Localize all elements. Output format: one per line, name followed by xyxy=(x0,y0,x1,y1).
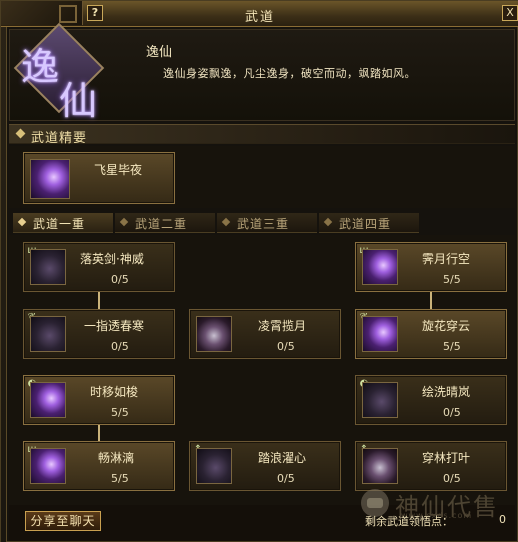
essential-skill-card[interactable]: 飞星毕夜 xyxy=(23,152,175,204)
cloud-icon xyxy=(196,316,232,352)
tab-tier-1[interactable]: 武道一重 xyxy=(13,213,113,233)
skill-card[interactable]: ❦ 一指透春寒 0/5 xyxy=(23,309,175,359)
skill-card[interactable]: ш 畅淋漓 5/5 xyxy=(23,441,175,491)
skill-icon xyxy=(362,316,398,352)
skill-icon xyxy=(196,448,232,484)
skill-icon xyxy=(30,316,66,352)
skill-level: 5/5 xyxy=(111,472,129,485)
left-ornament xyxy=(1,1,7,542)
emblem-char-2: 仙 xyxy=(59,79,98,123)
skill-name: 旋花穿云 xyxy=(422,319,471,333)
skill-name: 一指透春寒 xyxy=(84,319,145,333)
share-to-chat-button[interactable]: 分享至聊天 xyxy=(25,511,101,531)
skill-level: 0/5 xyxy=(443,406,461,419)
style-emblem-icon: 逸 仙 xyxy=(13,22,107,123)
tier-tabs: 武道一重 武道二重 武道三重 武道四重 xyxy=(9,213,515,233)
remaining-points-label: 剩余武道领悟点： xyxy=(365,515,453,528)
tab-bullet-icon xyxy=(119,217,129,227)
essential-skill-name: 飞星毕夜 xyxy=(94,163,143,177)
title-bar[interactable]: ? 武道 X xyxy=(1,1,518,27)
tab-tier-4[interactable]: 武道四重 xyxy=(319,213,419,233)
window-title: 武道 xyxy=(244,10,275,25)
skill-level: 0/5 xyxy=(111,340,129,353)
skill-name: 凌霄揽月 xyxy=(258,319,307,333)
skill-name: 落英剑·神威 xyxy=(80,252,144,266)
skill-level: 5/5 xyxy=(443,340,461,353)
skill-card[interactable]: ◐ 时移如梭 5/5 xyxy=(23,375,175,425)
skill-name: 穿林打叶 xyxy=(422,451,471,465)
skill-card[interactable]: ◐ 绘洗晴岚 0/5 xyxy=(355,375,507,425)
tab-label: 武道二重 xyxy=(135,217,188,231)
skill-level: 5/5 xyxy=(111,406,129,419)
style-name: 逸仙 xyxy=(146,45,173,60)
skill-card[interactable]: ↟ 穿林打叶 0/5 xyxy=(355,441,507,491)
skill-level: 0/5 xyxy=(277,340,295,353)
close-button[interactable]: X xyxy=(502,5,518,21)
tab-label: 武道三重 xyxy=(237,217,290,231)
tab-label: 武道四重 xyxy=(339,217,392,231)
tree-connector xyxy=(430,292,432,310)
tab-label: 武道一重 xyxy=(33,217,86,231)
skill-icon xyxy=(362,382,398,418)
skill-level: 0/5 xyxy=(443,472,461,485)
skill-level: 0/5 xyxy=(277,472,295,485)
skill-icon xyxy=(30,382,66,418)
skill-icon xyxy=(30,448,66,484)
diamond-bullet-icon xyxy=(15,128,26,139)
style-description: 逸仙身姿飘逸，凡尘逸身，破空而动，飒踏如风。 xyxy=(163,67,416,80)
tab-bullet-icon xyxy=(17,217,27,227)
essentials-label: 武道精要 xyxy=(31,131,88,146)
skill-name: 踏浪濯心 xyxy=(258,451,307,465)
skill-card[interactable]: ш 霁月行空 5/5 xyxy=(355,242,507,292)
skill-name: 绘洗晴岚 xyxy=(422,385,471,399)
skill-level: 0/5 xyxy=(111,273,129,286)
skill-name: 霁月行空 xyxy=(422,252,471,266)
tree-connector xyxy=(98,425,100,441)
skill-card[interactable]: ↟ 踏浪濯心 0/5 xyxy=(189,441,341,491)
remaining-points-value: 0 xyxy=(499,513,506,526)
tree-connector xyxy=(98,292,100,310)
skill-card[interactable]: ❦ 旋花穿云 5/5 xyxy=(355,309,507,359)
tab-bullet-icon xyxy=(323,217,333,227)
figure-icon xyxy=(362,249,398,285)
tab-tier-3[interactable]: 武道三重 xyxy=(217,213,317,233)
wudao-window: ? 武道 X 逸 仙 逸仙 逸仙身姿飘逸，凡尘逸身，破空而动，飒踏如风。 武道精… xyxy=(0,0,518,542)
skill-icon xyxy=(362,448,398,484)
skill-name: 时移如梭 xyxy=(90,385,139,399)
skill-name: 畅淋漓 xyxy=(98,451,135,465)
emblem-char-1: 逸 xyxy=(21,45,60,89)
shadow-leap-icon xyxy=(30,159,70,199)
essentials-section-header: 武道精要 xyxy=(9,124,515,146)
skill-card[interactable]: ш 落英剑·神威 0/5 xyxy=(23,242,175,292)
tab-tier-2[interactable]: 武道二重 xyxy=(115,213,215,233)
tab-bullet-icon xyxy=(221,217,231,227)
skill-card[interactable]: 凌霄揽月 0/5 xyxy=(189,309,341,359)
skill-icon xyxy=(30,249,66,285)
skill-level: 5/5 xyxy=(443,273,461,286)
